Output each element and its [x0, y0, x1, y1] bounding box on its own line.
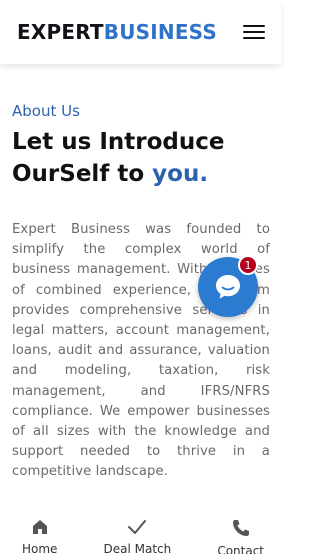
chat-bubble-icon	[216, 275, 240, 299]
home-icon	[31, 518, 49, 536]
nav-label-contact: Contact	[217, 544, 264, 554]
headline-line-2: OurSelf to	[12, 161, 145, 187]
menu-line	[243, 31, 265, 33]
section-eyebrow: About Us	[12, 102, 80, 120]
logo-business-text: BUSINESS	[103, 20, 217, 44]
about-section: About Us Let us Introduce OurSelf to you…	[12, 102, 270, 190]
nav-label-deal-match: Deal Match	[103, 542, 172, 554]
nav-item-home[interactable]: Home	[22, 508, 57, 554]
nav-item-contact[interactable]: Contact	[217, 508, 264, 554]
phone-icon	[231, 518, 251, 538]
headline-accent: you.	[152, 161, 209, 187]
bottom-nav: Home Deal Match Contact	[0, 508, 281, 554]
headline-line-1: Let us Introduce	[12, 129, 225, 155]
menu-line	[243, 25, 265, 27]
chat-launcher-button[interactable]: 1	[198, 255, 258, 317]
check-icon	[127, 518, 147, 536]
chat-unread-badge: 1	[238, 255, 258, 275]
logo-expert-text: EXPERT	[17, 20, 104, 44]
site-header: EXPERT BUSINESS	[0, 0, 281, 64]
section-headline: Let us Introduce OurSelf to you.	[12, 126, 270, 190]
hamburger-menu-icon[interactable]	[243, 23, 265, 41]
nav-item-deal-match[interactable]: Deal Match	[103, 508, 172, 554]
menu-line	[243, 37, 265, 39]
nav-label-home: Home	[22, 542, 58, 554]
expert-business-logo[interactable]: EXPERT BUSINESS	[17, 20, 217, 44]
